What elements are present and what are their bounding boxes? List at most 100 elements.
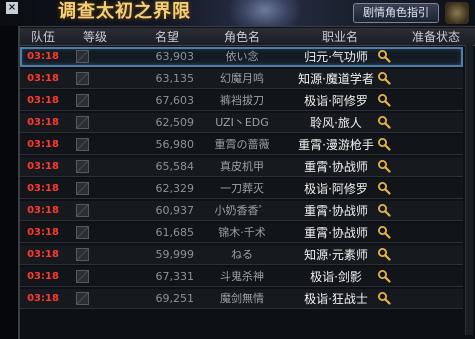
search-icon[interactable] bbox=[377, 269, 391, 283]
table-row[interactable]: 03:18 67,331 斗鬼杀神 极诣·剑影 bbox=[20, 267, 463, 287]
team-time: 03:18 bbox=[27, 271, 59, 282]
table-row[interactable]: 03:18 69,251 魔剑無情 极诣·狂战士 bbox=[20, 289, 463, 309]
job-name: 重霄·协战师 bbox=[304, 160, 368, 174]
table-row[interactable]: 03:18 56,980 重霄の蔷薇 重霄·漫游枪手 bbox=[20, 135, 463, 155]
table-row[interactable]: 03:18 60,937 小奶香香゜ 重霄·协战师 bbox=[20, 201, 463, 221]
level-badge-icon bbox=[76, 50, 89, 63]
character-artwork bbox=[230, 0, 300, 26]
team-time: 03:18 bbox=[27, 293, 59, 304]
fame-value: 67,331 bbox=[155, 270, 195, 283]
ready-status bbox=[400, 157, 462, 177]
search-icon[interactable] bbox=[377, 247, 391, 261]
team-time: 03:18 bbox=[27, 161, 59, 172]
search-icon[interactable] bbox=[377, 291, 391, 305]
table-row[interactable]: 03:18 61,685 锦木·千术 重霄·协战师 bbox=[20, 223, 463, 243]
team-time: 03:18 bbox=[27, 227, 59, 238]
header-ready: 准备状态 bbox=[411, 30, 460, 44]
ready-status bbox=[400, 289, 462, 309]
character-name: 斗鬼杀神 bbox=[220, 270, 264, 283]
table-row[interactable]: 03:18 63,135 幻魔月鸣 知源·魔道学者 bbox=[20, 69, 463, 89]
job-name: 极诣·阿修罗 bbox=[304, 94, 368, 108]
search-icon[interactable] bbox=[377, 203, 391, 217]
level-badge-icon bbox=[76, 270, 89, 283]
level-badge-icon bbox=[76, 94, 89, 107]
job-name: 知源·魔道学者 bbox=[298, 72, 374, 86]
header-level: 等级 bbox=[82, 30, 107, 44]
team-time: 03:18 bbox=[27, 205, 59, 216]
level-badge-icon bbox=[76, 226, 89, 239]
ready-status bbox=[400, 47, 462, 67]
team-time: 03:18 bbox=[27, 95, 59, 106]
search-icon[interactable] bbox=[377, 49, 391, 63]
table-row[interactable]: 03:18 59,999 ねる 知源·元素师 bbox=[20, 245, 463, 265]
character-name: 真皮机甲 bbox=[220, 160, 264, 173]
table-row[interactable]: 03:18 63,903 依い念 归元·气功师 bbox=[20, 47, 463, 67]
level-badge-icon bbox=[76, 160, 89, 173]
ready-status bbox=[400, 201, 462, 221]
search-icon[interactable] bbox=[377, 93, 391, 107]
character-name: 锦木·千术 bbox=[218, 226, 266, 239]
quest-banner: × 调查太初之界限 剧情角色指引 bbox=[0, 0, 475, 26]
team-time: 03:18 bbox=[27, 51, 59, 62]
list-scrollbar[interactable] bbox=[465, 45, 473, 335]
ready-status bbox=[400, 245, 462, 265]
fame-value: 67,603 bbox=[155, 94, 195, 107]
job-name: 极诣·剑影 bbox=[310, 270, 362, 284]
job-name: 极诣·阿修罗 bbox=[304, 182, 368, 196]
team-time: 03:18 bbox=[27, 73, 59, 84]
search-icon[interactable] bbox=[377, 115, 391, 129]
fame-value: 61,685 bbox=[155, 226, 195, 239]
job-name: 知源·元素师 bbox=[304, 248, 368, 262]
team-time: 03:18 bbox=[27, 139, 59, 150]
header-job: 职业名 bbox=[321, 30, 358, 44]
search-icon[interactable] bbox=[377, 225, 391, 239]
job-name: 重霄·协战师 bbox=[304, 204, 368, 218]
character-name: 一刀葬灭 bbox=[220, 182, 264, 195]
level-badge-icon bbox=[76, 204, 89, 217]
fame-value: 63,135 bbox=[155, 72, 195, 85]
ready-status bbox=[400, 91, 462, 111]
level-badge-icon bbox=[76, 182, 89, 195]
table-row[interactable]: 03:18 67,603 裤裆拔刀 极诣·阿修罗 bbox=[20, 91, 463, 111]
table-row[interactable]: 03:18 65,584 真皮机甲 重霄·协战师 bbox=[20, 157, 463, 177]
ready-status bbox=[400, 179, 462, 199]
fame-value: 62,329 bbox=[155, 182, 195, 195]
character-name: ねる bbox=[231, 248, 253, 261]
table-row[interactable]: 03:18 62,509 UZI丶EDG 聆风·旅人 bbox=[20, 113, 463, 133]
header-name: 角色名 bbox=[223, 30, 260, 44]
fame-value: 63,903 bbox=[155, 50, 195, 63]
search-icon[interactable] bbox=[377, 137, 391, 151]
fame-value: 65,584 bbox=[155, 160, 195, 173]
fame-value: 60,937 bbox=[155, 204, 195, 217]
ready-status bbox=[400, 223, 462, 243]
header-fame: 名望 bbox=[154, 30, 179, 44]
quest-title: 调查太初之界限 bbox=[58, 1, 191, 22]
level-badge-icon bbox=[76, 72, 89, 85]
character-portrait-icon bbox=[445, 2, 469, 24]
team-time: 03:18 bbox=[27, 249, 59, 260]
search-icon[interactable] bbox=[377, 181, 391, 195]
fame-value: 62,509 bbox=[155, 116, 195, 129]
search-icon[interactable] bbox=[377, 71, 391, 85]
fame-value: 59,999 bbox=[155, 248, 195, 261]
character-name: 依い念 bbox=[225, 50, 259, 63]
search-icon[interactable] bbox=[377, 159, 391, 173]
character-name: UZI丶EDG bbox=[215, 116, 269, 129]
job-name: 归元·气功师 bbox=[304, 50, 368, 64]
ready-status bbox=[400, 135, 462, 155]
table-row[interactable]: 03:18 62,329 一刀葬灭 极诣·阿修罗 bbox=[20, 179, 463, 199]
fame-value: 56,980 bbox=[155, 138, 195, 151]
team-time: 03:18 bbox=[27, 183, 59, 194]
job-name: 重霄·协战师 bbox=[304, 226, 368, 240]
level-badge-icon bbox=[76, 292, 89, 305]
level-badge-icon bbox=[76, 138, 89, 151]
close-icon[interactable]: × bbox=[6, 2, 18, 14]
job-name: 极诣·狂战士 bbox=[304, 292, 368, 306]
ready-status bbox=[400, 69, 462, 89]
character-name: 幻魔月鸣 bbox=[220, 72, 264, 85]
character-name: 重霄の蔷薇 bbox=[214, 138, 270, 151]
story-character-guide-button[interactable]: 剧情角色指引 bbox=[353, 3, 439, 23]
fame-value: 69,251 bbox=[155, 292, 195, 305]
level-badge-icon bbox=[76, 248, 89, 261]
ready-status bbox=[400, 113, 462, 133]
